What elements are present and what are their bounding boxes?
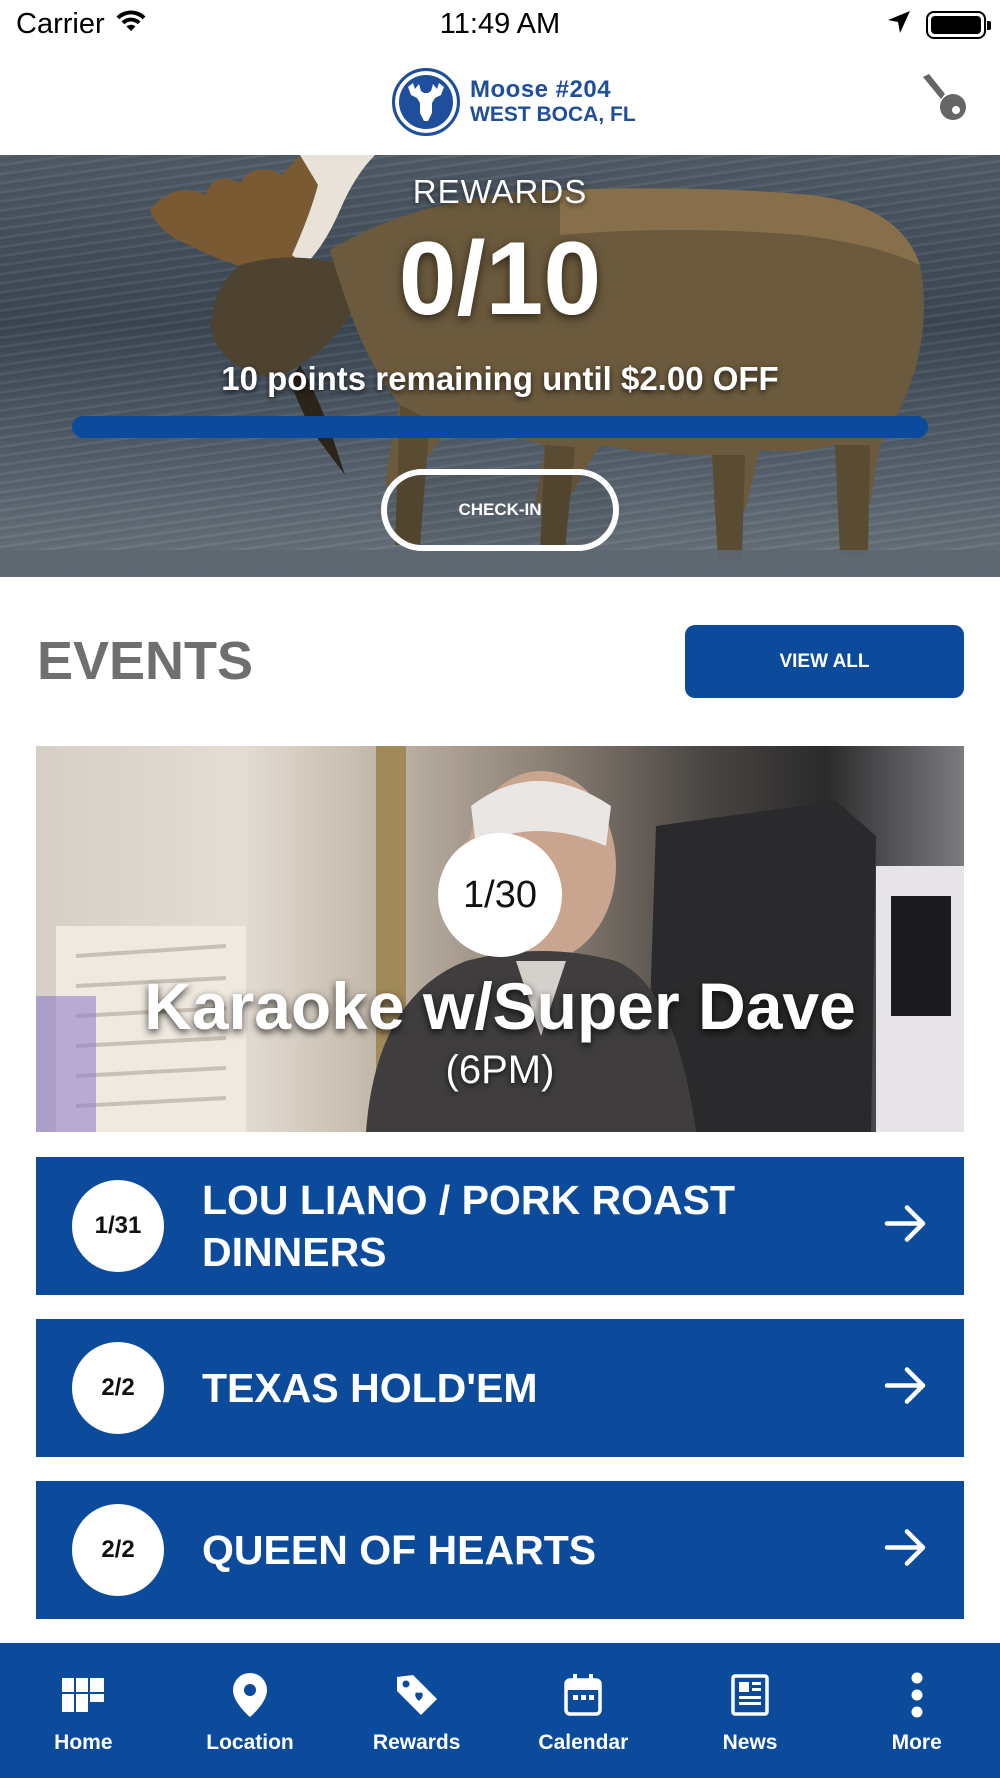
rewards-progress-bar — [72, 416, 928, 438]
rewards-count: 0/10 — [398, 221, 602, 337]
tab-label: Rewards — [372, 1731, 461, 1754]
calendar-icon — [559, 1671, 607, 1719]
event-row[interactable]: 2/2 QUEEN OF HEARTS — [36, 1481, 964, 1619]
tab-more[interactable]: More — [833, 1643, 1000, 1778]
rewards-hero: REWARDS 0/10 10 points remaining until $… — [0, 155, 1000, 577]
logo-line1: Moose #204 — [470, 76, 612, 103]
tab-home[interactable]: Home — [0, 1643, 167, 1778]
view-all-events-button[interactable]: VIEW ALL — [685, 625, 964, 698]
arrow-right-icon — [884, 1204, 928, 1249]
tab-label: Calendar — [538, 1731, 629, 1754]
featured-event-time: (6PM) — [445, 1048, 555, 1092]
moose-lodge-logo: Moose #204 WEST BOCA, FL — [392, 68, 636, 136]
logo-line2: WEST BOCA, FL — [470, 103, 636, 126]
tab-label: More — [891, 1731, 942, 1754]
event-row[interactable]: 1/31 LOU LIANO / PORK ROAST DINNERS — [36, 1157, 964, 1295]
rewards-label: REWARDS — [412, 173, 588, 210]
events-section-title: EVENTS — [37, 631, 254, 691]
newspaper-icon — [726, 1671, 774, 1719]
event-date-badge: 2/2 — [72, 1504, 164, 1596]
featured-event-title: Karaoke w/Super Dave — [144, 969, 856, 1043]
tab-rewards[interactable]: Rewards — [333, 1643, 500, 1778]
tab-calendar[interactable]: Calendar — [500, 1643, 667, 1778]
key-icon[interactable] — [920, 72, 970, 129]
home-grid-icon — [59, 1671, 107, 1719]
status-bar: Carrier 11:49 AM — [0, 0, 1000, 50]
tab-news[interactable]: News — [667, 1643, 834, 1778]
tab-location[interactable]: Location — [167, 1643, 334, 1778]
status-time: 11:49 AM — [439, 8, 561, 40]
more-dots-icon — [893, 1671, 941, 1719]
arrow-right-icon — [884, 1528, 928, 1573]
tab-label: News — [722, 1731, 778, 1754]
tag-icon — [393, 1671, 441, 1719]
arrow-right-icon — [884, 1366, 928, 1411]
rewards-remaining-text: 10 points remaining until $2.00 OFF — [221, 360, 779, 397]
event-date-badge: 2/2 — [72, 1342, 164, 1434]
event-name: LOU LIANO / PORK ROAST DINNERS — [202, 1177, 735, 1275]
battery-icon — [926, 10, 991, 39]
check-in-button[interactable]: CHECK-IN — [381, 469, 619, 551]
tab-label: Location — [206, 1731, 294, 1754]
featured-event-date: 1/30 — [438, 833, 562, 957]
event-name: QUEEN OF HEARTS — [202, 1527, 597, 1573]
featured-event-card[interactable]: 1/30 Karaoke w/Super Dave (6PM) — [36, 746, 964, 1132]
location-pin-icon — [226, 1671, 274, 1719]
app-header: Moose #204 WEST BOCA, FL — [0, 50, 1000, 155]
tab-label: Home — [54, 1731, 113, 1754]
status-right — [886, 9, 991, 40]
event-name: TEXAS HOLD'EM — [202, 1365, 538, 1411]
location-arrow-icon — [886, 9, 912, 40]
bottom-tab-bar: Home Location Rewards Calendar News More — [0, 1643, 1000, 1778]
event-date-badge: 1/31 — [72, 1180, 164, 1272]
moose-emblem-icon — [392, 68, 460, 136]
event-row[interactable]: 2/2 TEXAS HOLD'EM — [36, 1319, 964, 1457]
